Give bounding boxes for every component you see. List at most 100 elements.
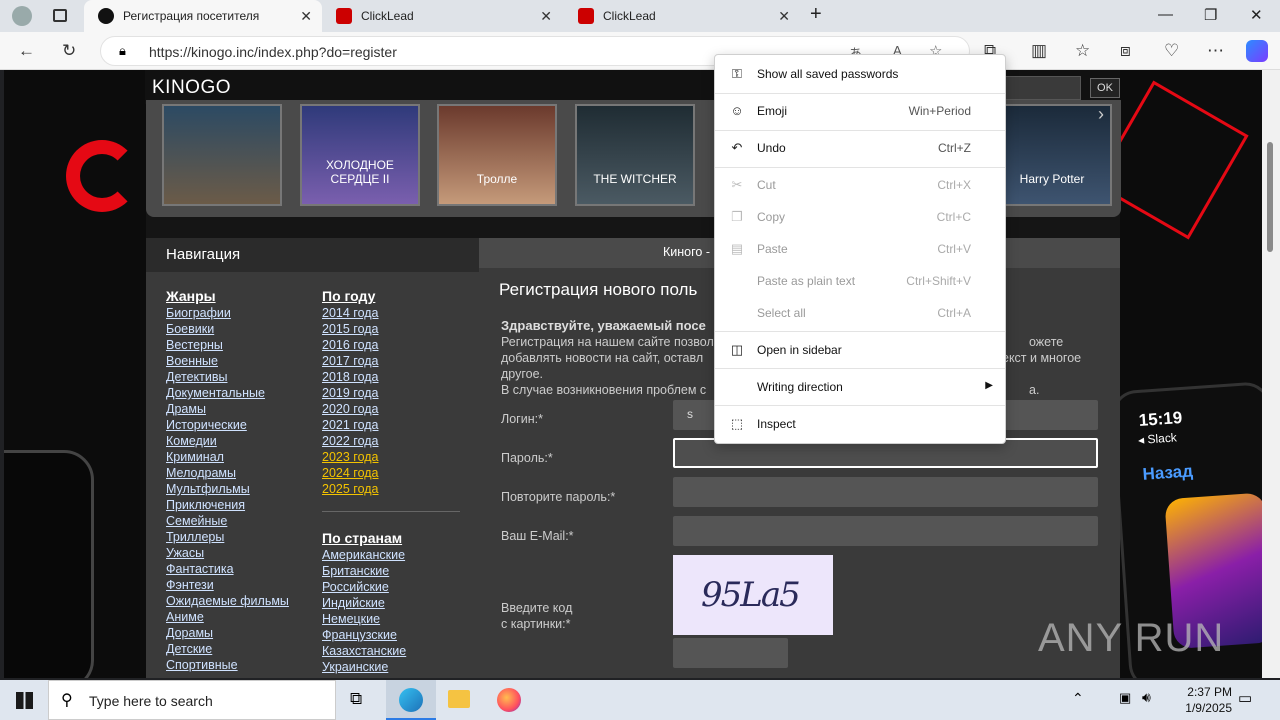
genre-link[interactable]: Исторические [166,417,289,433]
poster-3[interactable]: Тролле [437,104,557,206]
year-link[interactable]: 2022 года [322,433,460,449]
lock-icon[interactable]: 🔒︎ [119,43,126,59]
new-tab-icon[interactable]: + [810,3,822,26]
close-window-icon[interactable]: ✕ [1250,6,1263,24]
genre-link[interactable]: Документальные [166,385,289,401]
year-link[interactable]: 2016 года [322,337,460,353]
genre-link[interactable]: Ожидаемые фильмы [166,593,289,609]
profile-icon[interactable] [12,6,32,26]
favorites-icon[interactable]: ☆ [1075,41,1090,61]
menu-cut[interactable]: ✂ Cut Ctrl+X [715,170,1005,200]
poster-2[interactable]: ХОЛОДНОЕ СЕРДЦЕ II [300,104,420,206]
captcha-field[interactable] [673,638,788,668]
network-icon[interactable]: ▣ [1119,690,1131,706]
countrie-link[interactable]: Немецкие [322,611,460,627]
tab-clicklead-1[interactable]: ClickLead ✕ [322,0,562,32]
year-link[interactable]: 2017 года [322,353,460,369]
countrie-link[interactable]: Американские [322,547,460,563]
countrie-link[interactable]: Индийские [322,595,460,611]
menu-paste[interactable]: ▤ Paste Ctrl+V [715,234,1005,264]
countrie-link[interactable]: Британские [322,563,460,579]
edge-taskbar-icon[interactable] [386,680,436,720]
countrie-link[interactable]: Французские [322,627,460,643]
year-link[interactable]: 2023 года [322,449,460,465]
genre-link[interactable]: Аниме [166,609,289,625]
genre-link[interactable]: Ужасы [166,545,289,561]
task-view-icon[interactable]: ⧉ [350,689,362,709]
site-search-input[interactable] [1004,76,1081,100]
genre-link[interactable]: Фантастика [166,561,289,577]
notifications-icon[interactable]: ▭ [1238,689,1252,707]
genre-link[interactable]: Военные [166,353,289,369]
page-scrollbar[interactable] [1262,70,1280,678]
genre-link[interactable]: Фэнтези [166,577,289,593]
genre-link[interactable]: Спортивные [166,657,289,673]
scrollbar-thumb[interactable] [1267,142,1273,252]
site-search-button[interactable]: OK [1090,78,1120,98]
year-link[interactable]: 2014 года [322,305,460,321]
menu-copy[interactable]: ❐ Copy Ctrl+C [715,202,1005,232]
volume-icon[interactable]: 🔊︎ [1142,689,1151,706]
genre-link[interactable]: Дорамы [166,625,289,641]
countrie-link[interactable]: Российские [322,579,460,595]
tray-chevron-icon[interactable]: ⌃ [1072,690,1084,707]
menu-emoji[interactable]: ☺ Emoji Win+Period [715,96,1005,126]
genre-link[interactable]: Мелодрамы [166,465,289,481]
menu-paste-plain[interactable]: Paste as plain text Ctrl+Shift+V [715,266,1005,296]
genre-link[interactable]: Комедии [166,433,289,449]
close-tab-icon[interactable]: ✕ [778,8,790,25]
countrie-link[interactable]: Украинские [322,659,460,675]
genre-link[interactable]: Триллеры [166,529,289,545]
genre-link[interactable]: Боевики [166,321,289,337]
menu-undo[interactable]: ↶ Undo Ctrl+Z [715,133,1005,163]
poster-6[interactable]: Harry Potter [992,104,1112,206]
password-confirm-field[interactable] [673,477,1098,507]
taskbar-search[interactable]: ⚲ Type here to search [48,680,336,720]
genre-link[interactable]: Семейные [166,513,289,529]
genre-link[interactable]: Криминал [166,449,289,465]
tab-clicklead-2[interactable]: ClickLead ✕ [564,0,800,32]
year-link[interactable]: 2024 года [322,465,460,481]
file-explorer-icon[interactable] [448,690,470,708]
menu-open-sidebar[interactable]: ◫ Open in sidebar [715,335,1005,365]
year-link[interactable]: 2021 года [322,417,460,433]
genre-link[interactable]: Вестерны [166,337,289,353]
maximize-icon[interactable]: ❐ [1204,6,1217,24]
genre-link[interactable]: Биографии [166,305,289,321]
taskbar-clock[interactable]: 2:37 PM 1/9/2025 [1185,684,1232,716]
menu-writing-direction[interactable]: Writing direction ▶ [715,372,1005,402]
genre-link[interactable]: Приключения [166,497,289,513]
countrie-link[interactable]: Казахстанские [322,643,460,659]
menu-show-passwords[interactable]: ⚿ Show all saved passwords [715,59,1005,89]
more-menu-icon[interactable]: ⋯ [1207,41,1224,61]
poster-1[interactable] [162,104,282,206]
performance-icon[interactable]: ♡ [1164,41,1179,61]
year-link[interactable]: 2025 года [322,481,460,497]
tab-register[interactable]: Регистрация посетителя ✕ [84,0,322,32]
firefox-icon[interactable] [497,688,521,712]
split-screen-icon[interactable]: ▥ [1031,41,1047,61]
email-field[interactable] [673,516,1098,546]
genre-link[interactable]: Детективы [166,369,289,385]
poster-4[interactable]: THE WITCHER [575,104,695,206]
menu-inspect[interactable]: ⬚ Inspect [715,409,1005,439]
menu-select-all[interactable]: Select all Ctrl+A [715,298,1005,328]
year-link[interactable]: 2020 года [322,401,460,417]
minimize-icon[interactable]: — [1158,6,1173,23]
year-link[interactable]: 2018 года [322,369,460,385]
carousel-next-icon[interactable]: › [1098,104,1104,125]
genre-link[interactable]: Мультфильмы [166,481,289,497]
site-logo[interactable]: KINOGO [152,77,231,99]
year-link[interactable]: 2015 года [322,321,460,337]
genre-link[interactable]: Драмы [166,401,289,417]
year-link[interactable]: 2019 года [322,385,460,401]
collections-icon[interactable]: ⧈ [1120,41,1131,61]
start-icon[interactable] [16,692,33,709]
close-tab-icon[interactable]: ✕ [300,8,312,25]
close-tab-icon[interactable]: ✕ [540,8,552,25]
genre-link[interactable]: Детские [166,641,289,657]
captcha-image[interactable]: 95Lа5 [673,555,833,635]
reload-icon[interactable]: ↻ [62,41,76,61]
tab-actions-icon[interactable] [53,9,67,22]
back-icon[interactable]: ← [18,41,35,61]
